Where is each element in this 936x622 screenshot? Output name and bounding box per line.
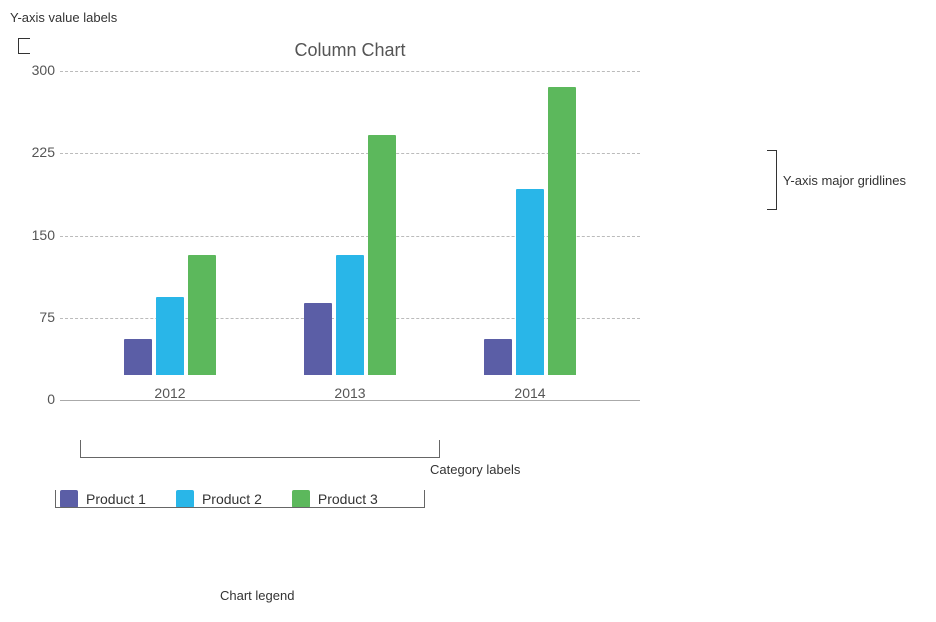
category-labels-text: Category labels: [430, 462, 520, 477]
bars-row-2014: [484, 87, 576, 375]
legend-annotation-text: Chart legend: [220, 588, 294, 603]
y-axis-bracket: [18, 38, 30, 54]
bars-area: 2012 2013 2014: [60, 71, 640, 401]
category-group-2012: 2012: [124, 255, 216, 401]
bar-2012-product2: [156, 297, 184, 375]
grid-label-225: 225: [15, 144, 55, 160]
category-label-2013: 2013: [304, 385, 396, 401]
category-group-2014: 2014: [484, 87, 576, 401]
bar-2014-product1: [484, 339, 512, 375]
gridlines-annotation-text: Y-axis major gridlines: [783, 173, 906, 188]
y-axis-annotation: Y-axis value labels: [10, 10, 117, 25]
bars-row-2013: [304, 135, 396, 375]
grid-label-75: 75: [15, 309, 55, 325]
grid-label-0: 0: [15, 391, 55, 407]
chart-container: Column Chart 300 225 150 75 0: [60, 40, 640, 460]
bar-2012-product3: [188, 255, 216, 375]
gridlines-annotation: Y-axis major gridlines: [767, 150, 906, 210]
category-label-2014: 2014: [484, 385, 576, 401]
legend-bracket: [55, 490, 425, 508]
y-axis-annotation-label: Y-axis value labels: [10, 10, 117, 25]
category-group-2013: 2013: [304, 135, 396, 401]
grid-label-150: 150: [15, 227, 55, 243]
bars-row-2012: [124, 255, 216, 375]
category-labels-annotation: Category labels: [430, 462, 520, 477]
bar-2014-product2: [516, 189, 544, 375]
bar-2013-product3: [368, 135, 396, 375]
gridlines-bracket: [767, 150, 777, 210]
chart-area: 300 225 150 75 0: [60, 71, 640, 431]
bar-2012-product1: [124, 339, 152, 375]
category-label-2012: 2012: [124, 385, 216, 401]
legend-annotation: Chart legend: [220, 588, 294, 603]
bar-2013-product2: [336, 255, 364, 375]
chart-title: Column Chart: [60, 40, 640, 61]
grid-label-300: 300: [15, 62, 55, 78]
bar-2014-product3: [548, 87, 576, 375]
bar-2013-product1: [304, 303, 332, 375]
category-labels-bracket: [80, 440, 440, 458]
